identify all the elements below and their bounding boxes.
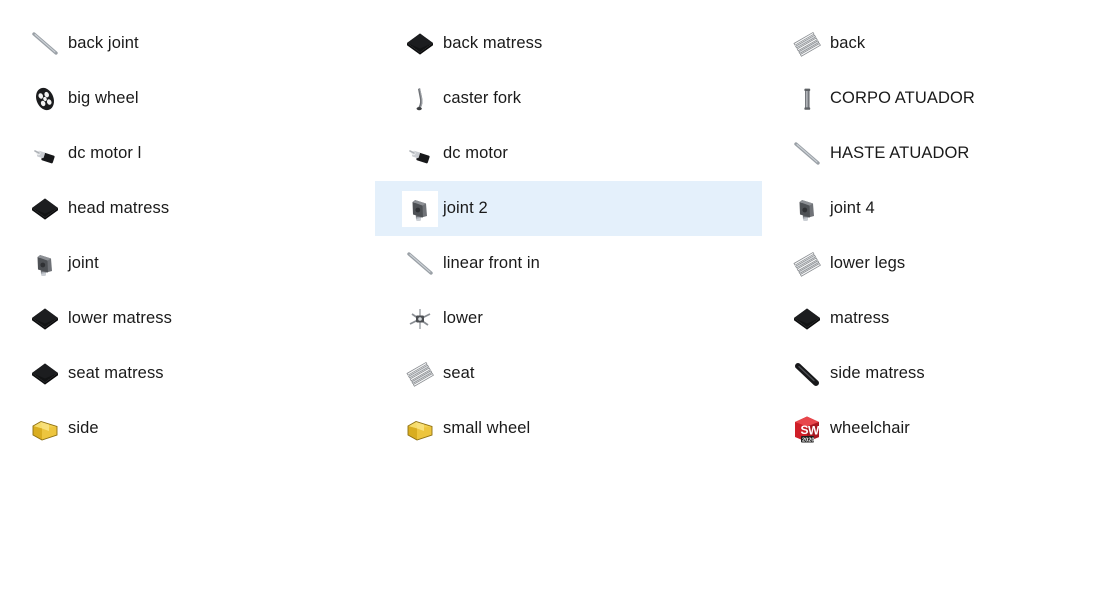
file-list-item[interactable]: back <box>762 16 1109 71</box>
file-list-item[interactable]: dc motor l <box>0 126 387 181</box>
file-list-item[interactable]: joint 2 <box>375 181 762 236</box>
file-list-item[interactable]: head matress <box>0 181 387 236</box>
file-item-label: wheelchair <box>830 419 910 438</box>
file-item-label: small wheel <box>443 419 531 438</box>
file-item-label: back joint <box>68 34 139 53</box>
file-item-label: dc motor l <box>68 144 142 163</box>
file-list-item[interactable]: back matress <box>375 16 762 71</box>
file-list-item[interactable]: joint <box>0 236 387 291</box>
file-item-label: side matress <box>830 364 925 383</box>
solidworks-slab-part-icon <box>789 301 825 337</box>
file-list-item[interactable]: side <box>0 401 387 456</box>
file-item-label: HASTE ATUADOR <box>830 144 970 163</box>
solidworks-fork-part-icon <box>402 81 438 117</box>
solidworks-frame-part-icon <box>789 26 825 62</box>
file-list-item[interactable]: joint 4 <box>762 181 1109 236</box>
file-item-label: seat <box>443 364 475 383</box>
file-list-column: back CORPO ATUADOR HASTE ATUADOR joint 4 low… <box>762 16 1109 456</box>
solidworks-joint-part-icon <box>789 191 825 227</box>
file-item-label: dc motor <box>443 144 508 163</box>
file-list-item[interactable]: HASTE ATUADOR <box>762 126 1109 181</box>
solidworks-joint-part-icon <box>27 246 63 282</box>
solidworks-rod-part-icon <box>27 26 63 62</box>
solidworks-assembly-part-icon <box>402 301 438 337</box>
file-list-item[interactable]: seat <box>375 346 762 401</box>
file-list-item[interactable]: S W 2020 wheelchair <box>762 401 1109 456</box>
file-item-label: head matress <box>68 199 170 218</box>
solidworks-slab-part-icon <box>27 301 63 337</box>
file-list-item[interactable]: lower <box>375 291 762 346</box>
file-list-item[interactable]: lower matress <box>0 291 387 346</box>
solidworks-wheel-part-icon <box>27 81 63 117</box>
file-item-label: lower legs <box>830 254 906 273</box>
svg-text:2020: 2020 <box>802 437 814 443</box>
file-item-label: lower <box>443 309 483 328</box>
file-list-item[interactable]: caster fork <box>375 71 762 126</box>
file-item-label: CORPO ATUADOR <box>830 89 975 108</box>
file-list-item[interactable]: side matress <box>762 346 1109 401</box>
file-list-item[interactable]: small wheel <box>375 401 762 456</box>
solidworks-part-file-icon <box>402 411 438 447</box>
file-list-grid: back joint big wheel dc motor l head matres… <box>0 0 1109 607</box>
solidworks-frame-part-icon <box>402 356 438 392</box>
solidworks-slab-part-icon <box>27 191 63 227</box>
file-item-label: caster fork <box>443 89 522 108</box>
solidworks-2020-app-icon: S W 2020 <box>789 411 825 447</box>
solidworks-cylinder-part-icon <box>789 81 825 117</box>
solidworks-slab-part-icon <box>402 26 438 62</box>
file-item-label: joint 4 <box>830 199 875 218</box>
file-item-label: back <box>830 34 866 53</box>
file-list-item[interactable]: dc motor <box>375 126 762 181</box>
file-item-label: big wheel <box>68 89 139 108</box>
solidworks-motor-part-icon <box>27 136 63 172</box>
solidworks-bar-part-icon <box>789 356 825 392</box>
solidworks-rod-part-icon <box>402 246 438 282</box>
file-item-label: joint 2 <box>443 199 488 218</box>
solidworks-joint-part-icon <box>402 190 438 227</box>
file-list-item[interactable]: lower legs <box>762 236 1109 291</box>
solidworks-part-file-icon <box>27 411 63 447</box>
svg-text:W: W <box>808 423 820 437</box>
file-list-item[interactable]: matress <box>762 291 1109 346</box>
file-list-item[interactable]: linear front in <box>375 236 762 291</box>
file-list-item[interactable]: big wheel <box>0 71 387 126</box>
solidworks-slab-part-icon <box>27 356 63 392</box>
file-item-label: matress <box>830 309 890 328</box>
solidworks-frame-part-icon <box>789 246 825 282</box>
file-item-label: lower matress <box>68 309 172 328</box>
file-list-item[interactable]: back joint <box>0 16 387 71</box>
file-list-item[interactable]: CORPO ATUADOR <box>762 71 1109 126</box>
file-list-column: back matress caster fork dc motor joint 2 li… <box>375 16 762 456</box>
file-item-label: side <box>68 419 99 438</box>
file-list-column: back joint big wheel dc motor l head matres… <box>0 16 387 456</box>
solidworks-rod-part-icon <box>789 136 825 172</box>
file-list-item[interactable]: seat matress <box>0 346 387 401</box>
file-item-label: seat matress <box>68 364 164 383</box>
file-item-label: linear front in <box>443 254 540 273</box>
solidworks-motor-part-icon <box>402 136 438 172</box>
file-item-label: back matress <box>443 34 543 53</box>
file-item-label: joint <box>68 254 99 273</box>
